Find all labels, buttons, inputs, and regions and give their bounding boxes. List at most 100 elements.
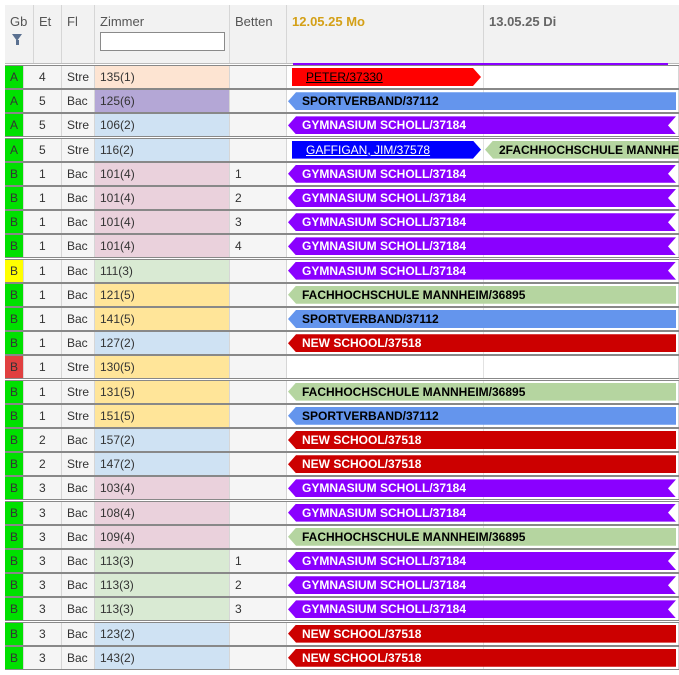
booking-bar[interactable]: NEW SCHOOL/37518 <box>288 624 676 643</box>
room-cell[interactable]: 125(6) <box>95 90 230 113</box>
room-status-cell[interactable]: B <box>5 211 24 234</box>
booking-bar[interactable]: GYMNASIUM SCHOLL/37184 <box>288 165 676 183</box>
room-cell[interactable]: 101(4) <box>95 211 230 234</box>
table-row: B 3 Bac 113(3) 3 GYMNASIUM SCHOLL/37184 <box>5 597 679 622</box>
room-cell[interactable]: 135(1) <box>95 66 230 88</box>
room-cell[interactable]: 101(4) <box>95 187 230 209</box>
room-cell[interactable]: 121(5) <box>95 283 230 306</box>
room-status-cell[interactable]: B <box>5 162 24 185</box>
booking-bar[interactable]: FACHHOCHSCHULE MANNHEIM/36895 <box>288 527 676 546</box>
bed-cell <box>230 283 287 306</box>
room-status-cell[interactable]: B <box>5 550 24 572</box>
room-status-cell[interactable]: B <box>5 622 24 645</box>
room-cell[interactable]: 141(5) <box>95 308 230 330</box>
room-status-cell[interactable]: B <box>5 646 24 669</box>
booking-bar[interactable]: SPORTVERBAND/37112 <box>288 92 676 111</box>
room-status-cell[interactable]: B <box>5 404 24 427</box>
room-status-cell[interactable]: B <box>5 453 24 476</box>
wing-cell: Stre <box>62 66 95 88</box>
row-spacer <box>24 598 34 621</box>
room-status-cell[interactable]: B <box>5 235 24 258</box>
row-spacer <box>24 66 34 88</box>
wing-cell: Bac <box>62 646 95 669</box>
booking-label: GYMNASIUM SCHOLL/37184 <box>302 602 467 617</box>
room-cell[interactable]: 103(4) <box>95 477 230 500</box>
row-spacer <box>24 525 34 548</box>
booking-bar[interactable]: GYMNASIUM SCHOLL/37184 <box>288 479 676 497</box>
booking-bar[interactable]: NEW SCHOOL/37518 <box>288 431 676 449</box>
room-cell[interactable]: 113(3) <box>95 598 230 621</box>
booking-bar[interactable]: GYMNASIUM SCHOLL/37184 <box>288 189 676 207</box>
booking-bar[interactable]: SPORTVERBAND/37112 <box>288 406 676 425</box>
room-cell[interactable]: 131(5) <box>95 380 230 403</box>
room-cell[interactable]: 108(4) <box>95 501 230 524</box>
header-date-monday[interactable]: 12.05.25 Mo <box>287 5 484 63</box>
filter-icon[interactable] <box>12 34 22 45</box>
room-cell[interactable]: 101(4) <box>95 235 230 258</box>
booking-bar[interactable]: NEW SCHOOL/37518 <box>288 455 676 474</box>
room-status-cell[interactable]: B <box>5 187 24 209</box>
header-gb[interactable]: Gb <box>5 5 34 63</box>
table-row: B 3 Bac 143(2) NEW SCHOOL/37518 <box>5 645 679 670</box>
booking-label: FACHHOCHSCHULE MANNHEIM/36895 <box>302 384 526 399</box>
room-cell[interactable]: 106(2) <box>95 114 230 137</box>
room-cell[interactable]: 111(3) <box>95 259 230 282</box>
room-status-cell[interactable]: B <box>5 429 24 451</box>
room-cell[interactable]: 143(2) <box>95 646 230 669</box>
room-status-cell[interactable]: B <box>5 477 24 500</box>
booking-bar[interactable]: PETER/37330 <box>292 68 481 86</box>
room-status-cell[interactable]: A <box>5 90 24 113</box>
room-status-cell[interactable]: B <box>5 332 24 355</box>
booking-bar[interactable]: GYMNASIUM SCHOLL/37184 <box>288 213 676 231</box>
wing-cell: Bac <box>62 308 95 330</box>
room-status-cell[interactable]: B <box>5 501 24 524</box>
room-status-cell[interactable]: B <box>5 259 24 282</box>
booking-bar[interactable]: NEW SCHOOL/37518 <box>288 334 676 353</box>
room-status-cell[interactable]: B <box>5 574 24 597</box>
booking-bar[interactable]: GYMNASIUM SCHOLL/37184 <box>288 552 676 570</box>
room-status-cell[interactable]: B <box>5 308 24 330</box>
room-cell[interactable]: 116(2) <box>95 138 230 161</box>
room-status-cell[interactable]: B <box>5 380 24 403</box>
room-cell[interactable]: 157(2) <box>95 429 230 451</box>
booking-bar[interactable]: FACHHOCHSCHULE MANNHEIM/36895 <box>288 382 676 401</box>
room-cell[interactable]: 113(3) <box>95 574 230 597</box>
room-status-cell[interactable]: A <box>5 66 24 88</box>
booking-bar[interactable]: GYMNASIUM SCHOLL/37184 <box>288 600 676 618</box>
booking-bar[interactable]: FACHHOCHSCHULE MANNHEIM/36895 <box>288 285 676 304</box>
room-cell[interactable]: 127(2) <box>95 332 230 355</box>
booking-bar[interactable]: SPORTVERBAND/37112 <box>288 310 676 328</box>
room-status-cell[interactable]: B <box>5 525 24 548</box>
booking-bar[interactable]: GAFFIGAN, JIM/37578 <box>292 141 481 159</box>
room-status-cell[interactable]: A <box>5 114 24 137</box>
room-status-cell[interactable]: B <box>5 598 24 621</box>
room-cell[interactable]: 113(3) <box>95 550 230 572</box>
room-cell[interactable]: 109(4) <box>95 525 230 548</box>
header-et[interactable]: Et <box>34 5 62 63</box>
booking-bar[interactable]: GYMNASIUM SCHOLL/37184 <box>288 116 676 134</box>
floor-cell: 1 <box>34 211 62 234</box>
header-date-tuesday[interactable]: 13.05.25 Di <box>484 5 679 63</box>
booking-bar[interactable]: GYMNASIUM SCHOLL/37184 <box>288 262 676 280</box>
day-cell-tuesday[interactable] <box>484 356 679 379</box>
room-status-cell[interactable]: A <box>5 138 24 161</box>
booking-bar[interactable]: GYMNASIUM SCHOLL/37184 <box>288 237 676 255</box>
room-cell[interactable]: 123(2) <box>95 622 230 645</box>
zimmer-filter-input[interactable] <box>100 32 225 51</box>
room-cell[interactable]: 147(2) <box>95 453 230 476</box>
booking-bar[interactable]: NEW SCHOOL/37518 <box>288 648 676 667</box>
room-cell[interactable]: 101(4) <box>95 162 230 185</box>
header-fl[interactable]: Fl <box>62 5 95 63</box>
day-cell-tuesday[interactable] <box>484 66 679 88</box>
room-status-cell[interactable]: B <box>5 356 24 379</box>
booking-bar[interactable]: GYMNASIUM SCHOLL/37184 <box>288 504 676 522</box>
header-zimmer[interactable]: Zimmer <box>95 5 230 63</box>
wing-cell: Bac <box>62 525 95 548</box>
booking-bar[interactable]: GYMNASIUM SCHOLL/37184 <box>288 576 676 594</box>
room-cell[interactable]: 130(5) <box>95 356 230 379</box>
header-betten[interactable]: Betten <box>230 5 287 63</box>
room-cell[interactable]: 151(5) <box>95 404 230 427</box>
day-cell-monday[interactable] <box>287 356 484 379</box>
room-status-cell[interactable]: B <box>5 283 24 306</box>
booking-bar[interactable]: 2FACHHOCHSCHULE MANNHEIM <box>485 140 679 159</box>
